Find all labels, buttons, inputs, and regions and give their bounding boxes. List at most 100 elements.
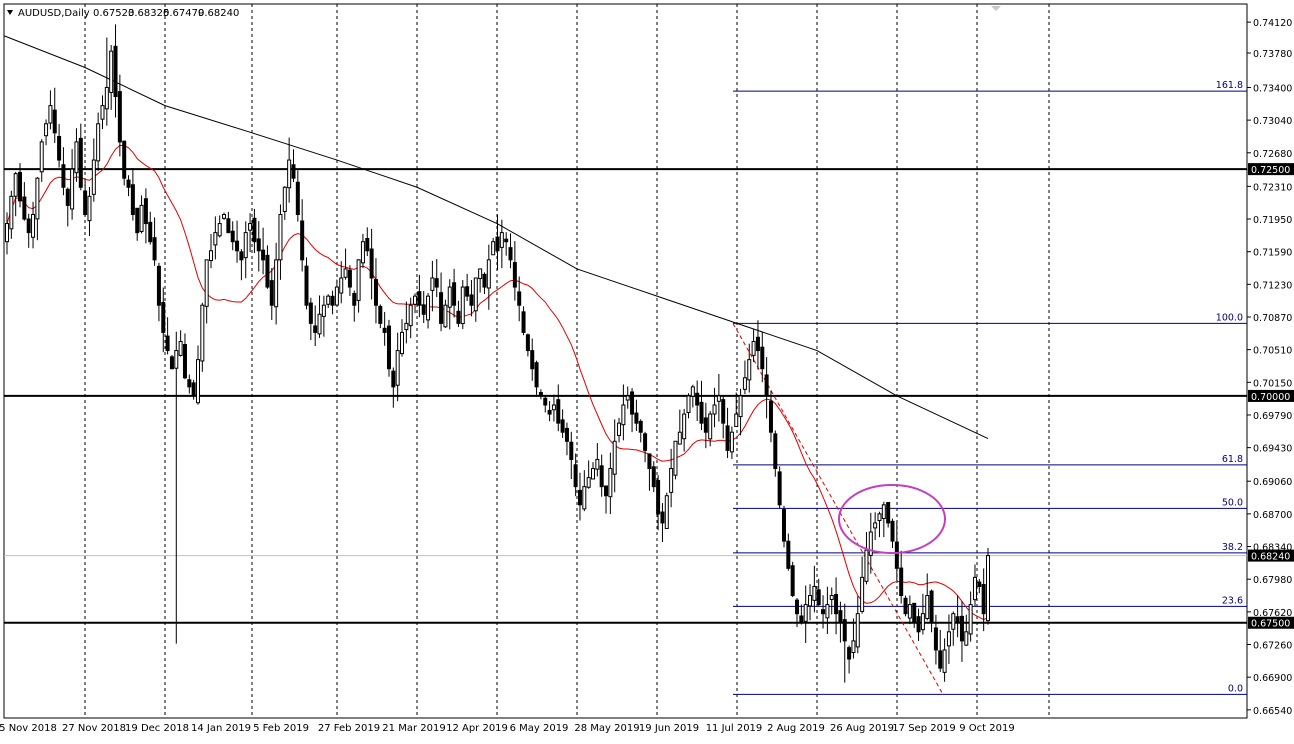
candle-body: [473, 277, 478, 312]
y-tick-label: 0.70870: [1253, 313, 1292, 324]
x-tick-label: 21 Mar 2019: [382, 723, 445, 734]
fib-level-label: 38.2: [1222, 542, 1243, 553]
candle-body: [13, 173, 18, 197]
candle-body: [5, 223, 9, 243]
candle-body: [612, 440, 617, 475]
candle-body: [777, 471, 782, 506]
candle-body: [152, 237, 157, 261]
candle-body: [161, 302, 166, 333]
candle-body: [625, 395, 630, 401]
candle-body: [946, 631, 951, 647]
fib-level-label: 23.6: [1222, 595, 1243, 606]
candle-body: [677, 431, 682, 445]
candle-body: [287, 159, 292, 189]
candle-body: [9, 195, 14, 230]
candle-body: [195, 359, 200, 404]
y-tick-label: 0.67260: [1253, 641, 1292, 652]
candle-body: [621, 404, 626, 426]
candle-body: [304, 265, 309, 306]
candle-body: [534, 362, 539, 388]
candle-body: [365, 238, 370, 252]
candle-body: [933, 627, 938, 651]
x-tick-label: 26 Aug 2019: [830, 723, 894, 734]
candle-body: [35, 177, 40, 220]
candle-body: [690, 386, 695, 397]
current-price-label: 0.68240: [1251, 552, 1290, 563]
candle-body: [899, 567, 904, 597]
y-tick-label: 0.72680: [1253, 149, 1292, 160]
candle-body: [768, 400, 773, 433]
candle-body: [682, 413, 687, 440]
candle-body: [373, 279, 378, 306]
chart: 161.8 100.0 61.8 50.0 38.2 23.6 0.0 0.74120 0.7…: [0, 0, 1294, 740]
candle-body: [816, 589, 821, 606]
candle-body: [573, 464, 578, 488]
candle-body: [725, 425, 730, 451]
candle-body: [143, 198, 148, 225]
x-tick-label: 9 Oct 2019: [959, 723, 1014, 734]
candle-body: [426, 295, 431, 321]
candle-body: [386, 325, 391, 370]
candle-body: [452, 282, 457, 306]
candle-body: [439, 292, 444, 324]
candle-body: [209, 250, 214, 262]
candle-body: [165, 335, 170, 352]
candle-body: [74, 141, 79, 174]
candle-body: [404, 322, 409, 331]
candle-body: [838, 610, 843, 624]
candle-body: [222, 213, 227, 219]
candle-body: [886, 501, 891, 524]
candle-body: [643, 433, 648, 451]
candle-body: [391, 370, 396, 388]
candle-body: [955, 616, 960, 624]
candle-body: [729, 431, 734, 453]
y-tick-label: 0.72310: [1253, 182, 1292, 193]
x-tick-label: 27 Nov 2018: [62, 723, 126, 734]
candle-body: [938, 650, 943, 669]
x-tick-label: 2 Aug 2019: [767, 723, 825, 734]
candle-body: [122, 140, 127, 179]
key-level-label: 0.72500: [1251, 165, 1290, 176]
candle-body: [551, 404, 556, 411]
candle-body: [31, 213, 36, 238]
candle-body: [395, 350, 400, 386]
candle-body: [712, 404, 717, 415]
candle-body: [326, 295, 331, 305]
candle-body: [860, 576, 865, 612]
candle-body: [343, 268, 348, 278]
candle-body: [781, 509, 786, 542]
candle-body: [877, 513, 882, 522]
candle-body: [929, 590, 934, 624]
key-level-label: 0.70000: [1251, 392, 1290, 403]
candle-body: [608, 468, 613, 498]
x-tick-label: 19 Jun 2019: [639, 723, 699, 734]
chart-svg: 161.8 100.0 61.8 50.0 38.2 23.6 0.0 0.74120 0.7…: [0, 0, 1294, 740]
y-tick-label: 0.70150: [1253, 378, 1292, 389]
candle-body: [890, 520, 895, 542]
candle-body: [26, 218, 31, 234]
candle-body: [907, 604, 912, 619]
candle-body: [829, 595, 834, 601]
candle-body: [873, 522, 878, 529]
candle-body: [191, 382, 196, 397]
candle-body: [582, 486, 587, 510]
x-tick-label: 28 May 2019: [574, 723, 639, 734]
candle-body: [274, 259, 279, 308]
candle-body: [742, 377, 747, 390]
candle-body: [569, 441, 574, 460]
candle-body: [543, 397, 548, 406]
candle-body: [499, 232, 504, 248]
candle-body: [421, 304, 426, 315]
candle-body: [204, 259, 209, 307]
y-tick-label: 0.66540: [1253, 706, 1292, 717]
key-level-label: 0.67500: [1251, 619, 1290, 630]
fib-level-label: 50.0: [1222, 497, 1243, 508]
candle-body: [261, 249, 266, 261]
x-tick-label: 12 Apr 2019: [446, 723, 508, 734]
candle-body: [174, 350, 179, 369]
candle-body: [356, 259, 361, 301]
candle-body: [256, 238, 261, 252]
candle-body: [295, 181, 300, 215]
fib-level-label: 161.8: [1216, 80, 1243, 91]
candle-body: [512, 262, 517, 288]
